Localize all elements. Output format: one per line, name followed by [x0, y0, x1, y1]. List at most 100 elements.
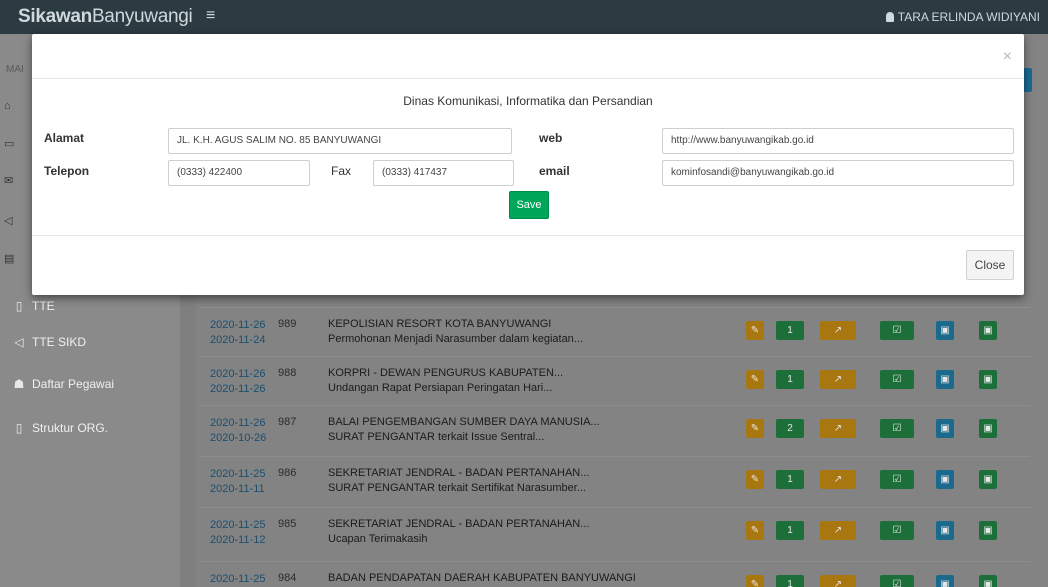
sidebar-item-struktur-org[interactable]: ▯ Struktur ORG. [0, 416, 180, 440]
date-received: 2020-11-26 [210, 368, 266, 380]
file-icon: ▯ [15, 299, 23, 313]
print-button[interactable]: ▣ [936, 575, 954, 587]
print-button[interactable]: ▣ [936, 321, 954, 340]
table-row[interactable]: 2020-11-25 2020-11-12 985 SEKRETARIAT JEN… [200, 507, 1030, 553]
check-button[interactable]: ☑ [880, 575, 914, 587]
edit-button[interactable]: ✎ [746, 419, 764, 438]
bullhorn-icon[interactable]: ◁ [4, 214, 20, 230]
mail-icon[interactable]: ✉ [4, 174, 20, 190]
table-row[interactable]: 2020-11-25 2020-11-11 986 SEKRETARIAT JEN… [200, 456, 1030, 502]
print-alt-button[interactable]: ▣ [979, 370, 997, 389]
web-label: web [539, 131, 563, 145]
alamat-field[interactable]: JL. K.H. AGUS SALIM NO. 85 BANYUWANGI [168, 128, 512, 154]
bullhorn-icon: ◁ [14, 335, 24, 349]
check-button[interactable]: ☑ [880, 321, 914, 340]
subject: SURAT PENGANTAR terkait Sertifikat Naras… [328, 482, 586, 494]
date-letter: 2020-10-26 [210, 432, 267, 444]
edit-button[interactable]: ✎ [746, 321, 764, 340]
date-letter: 2020-11-24 [210, 334, 266, 346]
file-icon: ▯ [15, 421, 23, 435]
check-button[interactable]: ☑ [880, 419, 914, 438]
card-icon[interactable]: ▤ [4, 252, 20, 268]
date-received: 2020-11-26 [210, 319, 266, 331]
fax-label: Fax [331, 164, 352, 178]
forward-button[interactable]: ↗ [820, 321, 856, 340]
modal-title: Dinas Komunikasi, Informatika dan Persan… [403, 94, 653, 108]
table-row[interactable]: 2020-11-26 2020-11-26 988 KORPRI - DEWAN … [200, 356, 1030, 402]
edit-button[interactable]: ✎ [746, 521, 764, 540]
print-button[interactable]: ▣ [936, 419, 954, 438]
sender: BALAI PENGEMBANGAN SUMBER DAYA MANUSIA..… [328, 416, 600, 428]
sender: SEKRETARIAT JENDRAL - BADAN PERTANAHAN..… [328, 518, 590, 530]
date-received: 2020-11-25 [210, 468, 266, 480]
print-button[interactable]: ▣ [936, 521, 954, 540]
count-badge[interactable]: 1 [776, 370, 804, 389]
top-navbar: SikawanBanyuwangi ≡ TARA ERLINDA WIDIYAN… [0, 0, 1048, 34]
row-number: 989 [278, 318, 297, 330]
close-icon[interactable]: × [1003, 48, 1012, 66]
print-alt-button[interactable]: ▣ [979, 521, 997, 540]
user-name: TARA ERLINDA WIDIYANI [897, 10, 1040, 24]
home-icon[interactable]: ⌂ [4, 100, 20, 116]
check-button[interactable]: ☑ [880, 370, 914, 389]
check-button[interactable]: ☑ [880, 521, 914, 540]
save-button[interactable]: Save [509, 191, 549, 219]
print-alt-button[interactable]: ▣ [979, 419, 997, 438]
count-badge[interactable]: 1 [776, 575, 804, 587]
menu-toggle-icon[interactable]: ≡ [206, 7, 215, 25]
count-badge[interactable]: 1 [776, 521, 804, 540]
sender: BADAN PENDAPATAN DAERAH KABUPATEN BANYUW… [328, 572, 636, 584]
print-alt-button[interactable]: ▣ [979, 321, 997, 340]
subject: Ucapan Terimakasih [328, 533, 428, 545]
sidebar-item-tte[interactable]: ▯ TTE [0, 294, 180, 318]
table-row[interactable]: 2020-11-25 984 BADAN PENDAPATAN DAERAH K… [200, 561, 1030, 587]
modal-footer-divider [32, 235, 1024, 236]
user-menu[interactable]: TARA ERLINDA WIDIYANI [885, 10, 1040, 24]
table-row[interactable]: 2020-11-26 2020-11-24 989 KEPOLISIAN RESO… [200, 307, 1030, 353]
office-info-modal: × Dinas Komunikasi, Informatika dan Pers… [32, 34, 1024, 295]
close-button[interactable]: Close [966, 250, 1014, 280]
app-brand[interactable]: SikawanBanyuwangi [18, 6, 193, 28]
telepon-label: Telepon [44, 164, 90, 178]
date-received: 2020-11-26 [210, 417, 266, 429]
forward-button[interactable]: ↗ [820, 419, 856, 438]
row-number: 988 [278, 367, 297, 379]
row-number: 987 [278, 416, 297, 428]
edit-button[interactable]: ✎ [746, 470, 764, 489]
forward-button[interactable]: ↗ [820, 370, 856, 389]
alamat-label: Alamat [44, 131, 85, 145]
subject: Undangan Rapat Persiapan Peringatan Hari… [328, 382, 553, 394]
forward-button[interactable]: ↗ [820, 470, 856, 489]
count-badge[interactable]: 2 [776, 419, 804, 438]
count-badge[interactable]: 1 [776, 470, 804, 489]
inbox-icon[interactable]: ▭ [4, 137, 20, 153]
edit-button[interactable]: ✎ [746, 575, 764, 587]
user-icon [885, 12, 894, 22]
sidebar-item-daftar-pegawai[interactable]: ☗ Daftar Pegawai [0, 372, 180, 396]
fax-field[interactable]: (0333) 417437 [373, 160, 514, 186]
forward-button[interactable]: ↗ [820, 575, 856, 587]
subject: SURAT PENGANTAR terkait Issue Sentral... [328, 431, 545, 443]
print-button[interactable]: ▣ [936, 370, 954, 389]
row-number: 985 [278, 518, 297, 530]
sidebar-item-tte-sikd[interactable]: ◁ TTE SIKD [0, 330, 180, 354]
print-alt-button[interactable]: ▣ [979, 470, 997, 489]
print-button[interactable]: ▣ [936, 470, 954, 489]
email-label: email [539, 164, 570, 178]
table-row[interactable]: 2020-11-26 2020-10-26 987 BALAI PENGEMBAN… [200, 405, 1030, 451]
date-letter: 2020-11-12 [210, 534, 266, 546]
telepon-field[interactable]: (0333) 422400 [168, 160, 310, 186]
count-badge[interactable]: 1 [776, 321, 804, 340]
sender: KEPOLISIAN RESORT KOTA BANYUWANGI [328, 318, 552, 330]
email-field[interactable]: kominfosandi@banyuwangikab.go.id [662, 160, 1014, 186]
date-received: 2020-11-25 [210, 573, 266, 585]
sender: KORPRI - DEWAN PENGURUS KABUPATEN... [328, 367, 564, 379]
users-icon: ☗ [13, 377, 25, 391]
print-alt-button[interactable]: ▣ [979, 575, 997, 587]
check-button[interactable]: ☑ [880, 470, 914, 489]
edit-button[interactable]: ✎ [746, 370, 764, 389]
web-field[interactable]: http://www.banyuwangikab.go.id [662, 128, 1014, 154]
row-number: 984 [278, 572, 297, 584]
forward-button[interactable]: ↗ [820, 521, 856, 540]
date-letter: 2020-11-26 [210, 383, 266, 395]
